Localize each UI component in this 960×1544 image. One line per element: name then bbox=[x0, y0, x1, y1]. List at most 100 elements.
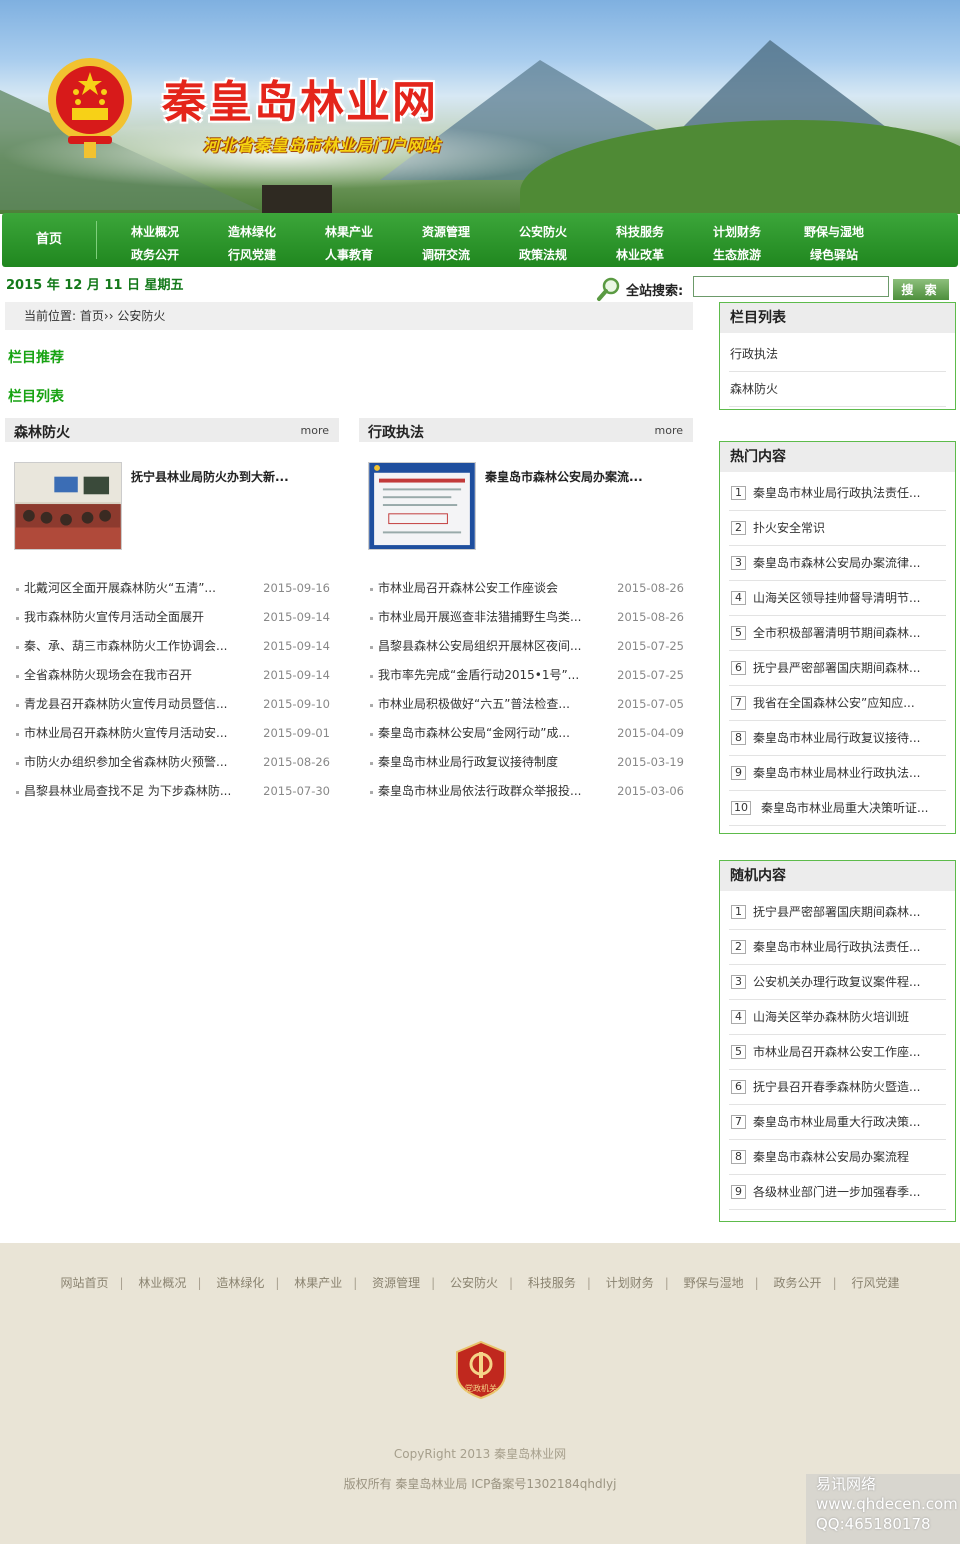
news-item-title[interactable]: 秦、承、葫三市森林防火工作协调会... bbox=[24, 639, 227, 653]
nav-item[interactable]: 调研交流 bbox=[401, 244, 491, 267]
sidebar-random-item[interactable]: 7 秦皇岛市林业局重大行政决策... bbox=[729, 1105, 946, 1140]
sidebar-hot-item[interactable]: 8 秦皇岛市林业局行政复议接待... bbox=[729, 721, 946, 756]
news-item-title[interactable]: 秦皇岛市森林公安局“金网行动”成... bbox=[378, 726, 570, 740]
sidebar-hot-item[interactable]: 3 秦皇岛市森林公安局办案流律... bbox=[729, 546, 946, 581]
search-input[interactable] bbox=[693, 276, 889, 297]
sidebar-hot-item[interactable]: 6 抚宁县严密部署国庆期间森林... bbox=[729, 651, 946, 686]
news-item[interactable]: 市林业局召开森林公安工作座谈会 2015-08-26 bbox=[359, 574, 693, 603]
news-item[interactable]: 北戴河区全面开展森林防火“五清”... 2015-09-16 bbox=[5, 574, 339, 603]
sidebar-item-title[interactable]: 抚宁县严密部署国庆期间森林... bbox=[753, 661, 920, 675]
footer-link[interactable]: 政务公开 bbox=[769, 1274, 827, 1291]
footer-link[interactable]: 行风党建 bbox=[846, 1274, 904, 1291]
sidebar-item-title[interactable]: 秦皇岛市林业局行政执法责任... bbox=[753, 486, 920, 500]
sidebar-item-title[interactable]: 秦皇岛市林业局行政执法责任... bbox=[753, 940, 920, 954]
nav-item[interactable]: 政策法规 bbox=[498, 244, 588, 267]
news-thumbnail[interactable] bbox=[14, 462, 122, 550]
more-link[interactable]: more bbox=[301, 424, 330, 437]
sidebar-random-item[interactable]: 9 各级林业部门进一步加强春季... bbox=[729, 1175, 946, 1210]
footer-link[interactable]: 造林绿化 bbox=[211, 1274, 269, 1291]
sidebar-random-item[interactable]: 6 抚宁县召开春季森林防火暨造... bbox=[729, 1070, 946, 1105]
news-item[interactable]: 秦皇岛市林业局依法行政群众举报投... 2015-03-06 bbox=[359, 777, 693, 806]
news-item-title[interactable]: 秦皇岛市林业局依法行政群众举报投... bbox=[378, 784, 581, 798]
footer-link[interactable]: 计划财务 bbox=[601, 1274, 659, 1291]
news-item-title[interactable]: 我市森林防火宣传月活动全面展开 bbox=[24, 610, 204, 624]
sidebar-hot-item[interactable]: 7 我省在全国森林公安”应知应... bbox=[729, 686, 946, 721]
sidebar-category-item[interactable]: 森林防火 bbox=[729, 372, 946, 407]
sidebar-item-title[interactable]: 山海关区领导挂帅督导清明节... bbox=[753, 591, 920, 605]
news-item[interactable]: 昌黎县森林公安局组织开展林区夜间... 2015-07-25 bbox=[359, 632, 693, 661]
nav-item[interactable]: 野保与湿地 bbox=[789, 221, 879, 244]
sidebar-item-title[interactable]: 扑火安全常识 bbox=[753, 521, 825, 535]
news-item[interactable]: 市防火办组织参加全省森林防火预警... 2015-08-26 bbox=[5, 748, 339, 777]
nav-item[interactable]: 林业改革 bbox=[595, 244, 685, 267]
nav-item[interactable]: 生态旅游 bbox=[692, 244, 782, 267]
nav-item[interactable]: 人事教育 bbox=[304, 244, 394, 267]
news-item[interactable]: 青龙县召开森林防火宣传月动员暨信... 2015-09-10 bbox=[5, 690, 339, 719]
nav-item[interactable]: 绿色驿站 bbox=[789, 244, 879, 267]
breadcrumb-home-link[interactable]: 首页 bbox=[80, 309, 104, 323]
news-item[interactable]: 秦、承、葫三市森林防火工作协调会... 2015-09-14 bbox=[5, 632, 339, 661]
sidebar-random-item[interactable]: 8 秦皇岛市森林公安局办案流程 bbox=[729, 1140, 946, 1175]
sidebar-item-title[interactable]: 秦皇岛市森林公安局办案流程 bbox=[753, 1150, 909, 1164]
sidebar-item-title[interactable]: 抚宁县召开春季森林防火暨造... bbox=[753, 1080, 920, 1094]
nav-item[interactable]: 林业概况 bbox=[110, 221, 200, 244]
sidebar-item-title[interactable]: 市林业局召开森林公安工作座... bbox=[753, 1045, 920, 1059]
footer-link[interactable]: 科技服务 bbox=[523, 1274, 581, 1291]
news-item-title[interactable]: 昌黎县森林公安局组织开展林区夜间... bbox=[378, 639, 581, 653]
more-link[interactable]: more bbox=[655, 424, 684, 437]
footer-link[interactable]: 林业概况 bbox=[133, 1274, 191, 1291]
sidebar-hot-item[interactable]: 9 秦皇岛市林业局林业行政执法... bbox=[729, 756, 946, 791]
news-item[interactable]: 我市森林防火宣传月活动全面展开 2015-09-14 bbox=[5, 603, 339, 632]
sidebar-item-title[interactable]: 秦皇岛市林业局林业行政执法... bbox=[753, 766, 920, 780]
sidebar-random-item[interactable]: 4 山海关区举办森林防火培训班 bbox=[729, 1000, 946, 1035]
sidebar-item-title[interactable]: 山海关区举办森林防火培训班 bbox=[753, 1010, 909, 1024]
news-item-title[interactable]: 我市率先完成“金盾行动2015•1号”... bbox=[378, 668, 579, 682]
news-lead-title[interactable]: 抚宁县林业局防火办到大新... bbox=[131, 468, 289, 485]
nav-item[interactable]: 林果产业 bbox=[304, 221, 394, 244]
sidebar-item-title[interactable]: 抚宁县严密部署国庆期间森林... bbox=[753, 905, 920, 919]
news-lead-title[interactable]: 秦皇岛市森林公安局办案流... bbox=[485, 468, 643, 485]
news-item-title[interactable]: 全省森林防火现场会在我市召开 bbox=[24, 668, 192, 682]
sidebar-hot-item[interactable]: 5 全市积极部署清明节期间森林... bbox=[729, 616, 946, 651]
sidebar-item-title[interactable]: 秦皇岛市林业局行政复议接待... bbox=[753, 731, 920, 745]
news-item-title[interactable]: 昌黎县林业局查找不足 为下步森林防... bbox=[24, 784, 231, 798]
sidebar-random-item[interactable]: 3 公安机关办理行政复议案件程... bbox=[729, 965, 946, 1000]
nav-item[interactable]: 资源管理 bbox=[401, 221, 491, 244]
sidebar-category-item[interactable]: 行政执法 bbox=[729, 337, 946, 372]
sidebar-random-item[interactable]: 2 秦皇岛市林业局行政执法责任... bbox=[729, 930, 946, 965]
news-item-title[interactable]: 市林业局开展巡查非法猎捕野生鸟类... bbox=[378, 610, 581, 624]
footer-link[interactable]: 林果产业 bbox=[289, 1274, 347, 1291]
news-item-title[interactable]: 市林业局召开森林公安工作座谈会 bbox=[378, 581, 558, 595]
footer-link[interactable]: 野保与湿地 bbox=[679, 1274, 749, 1291]
footer-link[interactable]: 网站首页 bbox=[56, 1274, 114, 1291]
nav-item[interactable]: 计划财务 bbox=[692, 221, 782, 244]
sidebar-hot-item[interactable]: 10 秦皇岛市林业局重大决策听证... bbox=[729, 791, 946, 826]
footer-link[interactable]: 公安防火 bbox=[445, 1274, 503, 1291]
news-item[interactable]: 昌黎县林业局查找不足 为下步森林防... 2015-07-30 bbox=[5, 777, 339, 806]
nav-item[interactable]: 政务公开 bbox=[110, 244, 200, 267]
sidebar-hot-item[interactable]: 1 秦皇岛市林业局行政执法责任... bbox=[729, 476, 946, 511]
nav-home[interactable]: 首页 bbox=[2, 213, 96, 267]
sidebar-item-title[interactable]: 各级林业部门进一步加强春季... bbox=[753, 1185, 920, 1199]
party-government-badge-icon[interactable]: 党政机关 bbox=[455, 1340, 507, 1400]
sidebar-hot-item[interactable]: 4 山海关区领导挂帅督导清明节... bbox=[729, 581, 946, 616]
footer-link[interactable]: 资源管理 bbox=[367, 1274, 425, 1291]
news-item[interactable]: 我市率先完成“金盾行动2015•1号”... 2015-07-25 bbox=[359, 661, 693, 690]
nav-item[interactable]: 公安防火 bbox=[498, 221, 588, 244]
news-item-title[interactable]: 北戴河区全面开展森林防火“五清”... bbox=[24, 581, 216, 595]
sidebar-random-item[interactable]: 1 抚宁县严密部署国庆期间森林... bbox=[729, 895, 946, 930]
nav-item[interactable]: 造林绿化 bbox=[207, 221, 297, 244]
news-item[interactable]: 市林业局积极做好“六五”普法检查... 2015-07-05 bbox=[359, 690, 693, 719]
nav-item[interactable]: 科技服务 bbox=[595, 221, 685, 244]
news-item-title[interactable]: 市防火办组织参加全省森林防火预警... bbox=[24, 755, 227, 769]
news-item[interactable]: 市林业局召开森林防火宣传月活动安... 2015-09-01 bbox=[5, 719, 339, 748]
sidebar-item-title[interactable]: 秦皇岛市森林公安局办案流律... bbox=[753, 556, 920, 570]
sidebar-item-title[interactable]: 秦皇岛市林业局重大决策听证... bbox=[761, 801, 928, 815]
news-item[interactable]: 全省森林防火现场会在我市召开 2015-09-14 bbox=[5, 661, 339, 690]
sidebar-hot-item[interactable]: 2 扑火安全常识 bbox=[729, 511, 946, 546]
news-item-title[interactable]: 市林业局积极做好“六五”普法检查... bbox=[378, 697, 570, 711]
news-item-title[interactable]: 秦皇岛市林业局行政复议接待制度 bbox=[378, 755, 558, 769]
news-item-title[interactable]: 市林业局召开森林防火宣传月活动安... bbox=[24, 726, 227, 740]
sidebar-item-title[interactable]: 全市积极部署清明节期间森林... bbox=[753, 626, 920, 640]
news-item-title[interactable]: 青龙县召开森林防火宣传月动员暨信... bbox=[24, 697, 227, 711]
